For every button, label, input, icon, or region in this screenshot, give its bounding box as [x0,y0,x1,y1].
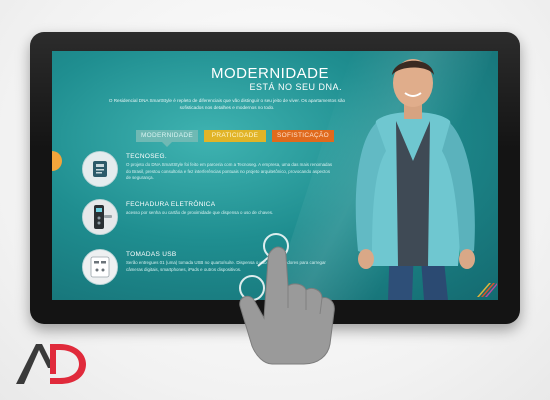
security-seal-icon [82,151,118,187]
tab-modernidade[interactable]: MODERNIDADE [136,130,198,142]
feature-title: FECHADURA ELETRÔNICA [126,201,216,208]
intro-text: O Residencial DNA SmartStyle é repleto d… [108,98,346,110]
tab-praticidade[interactable]: PRATICIDADE [204,130,266,142]
active-tab-pointer [162,142,172,147]
touch-gesture-hand-icon [239,233,335,365]
electronic-lock-icon [82,199,118,235]
page-title: MODERNIDADE [210,65,329,82]
feature-title: TOMADAS USB [126,251,177,258]
usb-outlet-icon [82,249,118,285]
feature-description: acesso por senha ou cartão de proximidad… [126,210,274,215]
page-subtitle: ESTÁ NO SEU DNA. [249,82,342,92]
side-nav-tab[interactable] [52,151,62,171]
ad-logo [16,344,86,384]
model-photo [355,59,475,300]
feature-description: O projeto do DNA SmartStyle foi feito em… [126,162,333,180]
feature-title: TECNOSEG. [126,153,167,160]
tab-sofisticacao[interactable]: SOFISTICAÇÃO [272,130,334,142]
corner-stripes-decoration [477,283,497,297]
